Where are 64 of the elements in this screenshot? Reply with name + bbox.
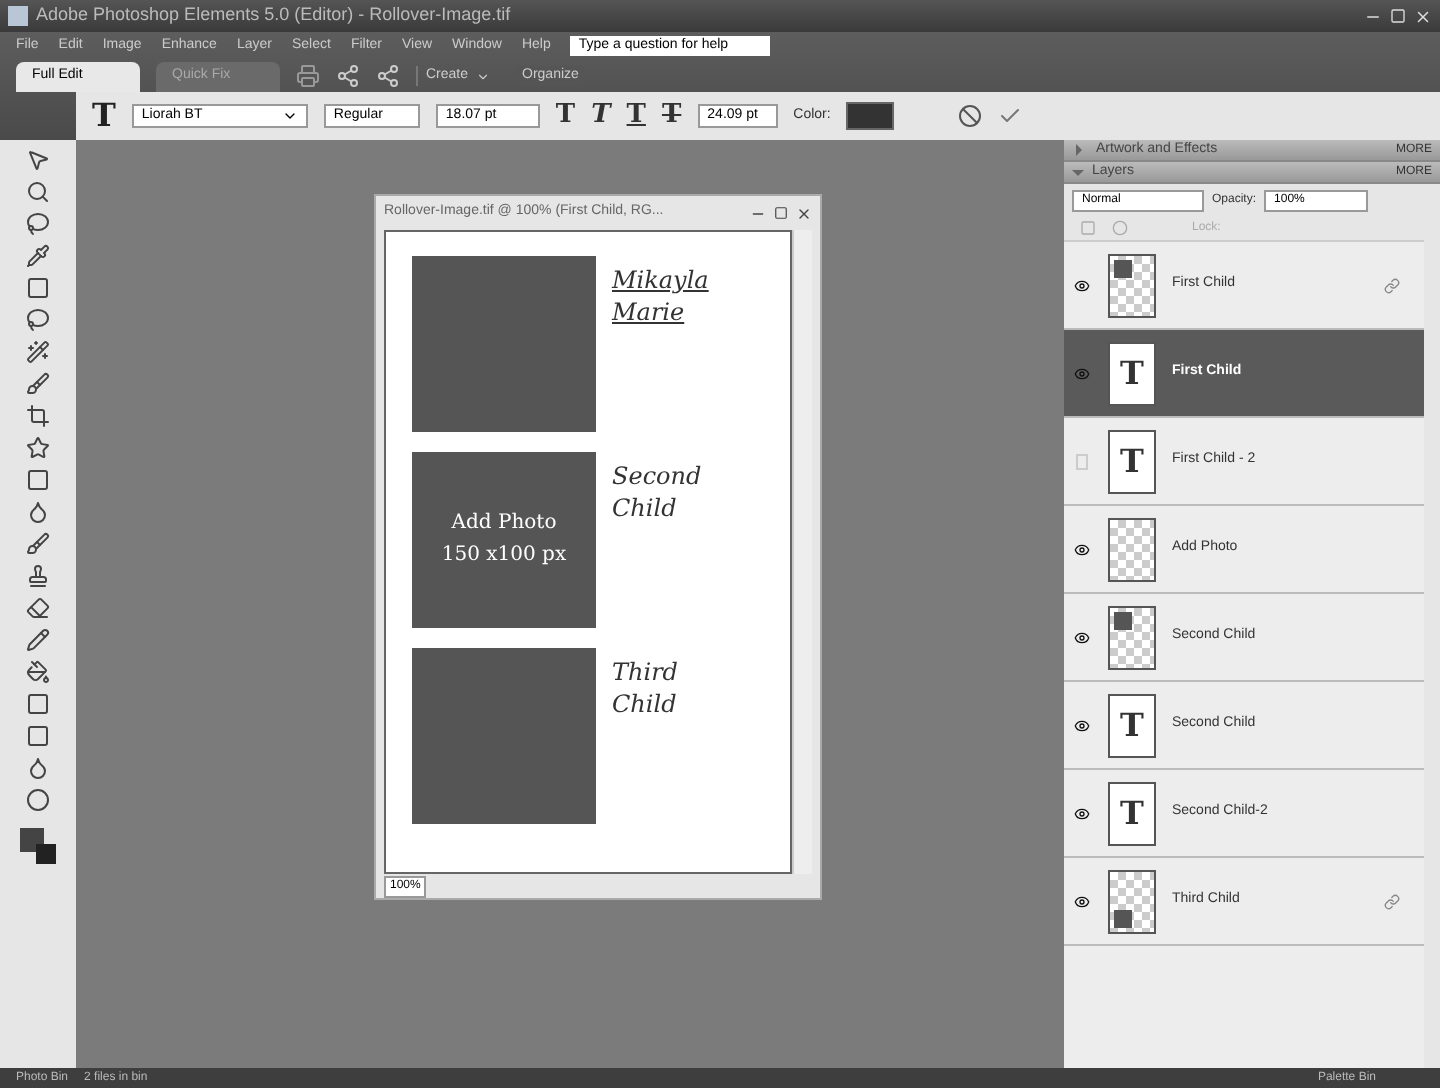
text-layer-thumbnail: T: [1108, 781, 1156, 845]
commit-icon[interactable]: [998, 104, 1023, 128]
tool-icon[interactable]: [26, 340, 50, 364]
script-name: Child: [612, 492, 679, 524]
layer-thumbnail: [1108, 869, 1156, 933]
text-layer-thumbnail: T: [1108, 693, 1156, 757]
tool-icon[interactable]: [26, 468, 50, 492]
script-name: Mikayla: [612, 264, 709, 296]
script-name: Second: [612, 460, 702, 492]
visibility-icon[interactable]: [1074, 541, 1090, 557]
script-name: Marie: [612, 296, 687, 328]
tool-icon[interactable]: [26, 436, 50, 460]
print-icon[interactable]: [296, 64, 320, 89]
color-swatches-icon[interactable]: [20, 828, 56, 864]
text-style-button[interactable]: T: [555, 96, 576, 136]
scrollbar[interactable]: [792, 230, 812, 874]
placeholder-caption: Add Photo: [451, 510, 557, 538]
tool-icon[interactable]: [26, 180, 50, 204]
tool-icon[interactable]: [26, 532, 50, 556]
layer-thumbnail: [1108, 253, 1156, 317]
maximize-icon[interactable]: [774, 206, 788, 220]
app-icon: [8, 6, 28, 26]
tool-icon[interactable]: [26, 564, 50, 588]
tool-icon[interactable]: [26, 788, 50, 812]
layer-thumbnail: [1108, 517, 1156, 581]
text-style-button[interactable]: T: [661, 96, 682, 136]
text-layer-thumbnail: T: [1108, 341, 1156, 405]
type-tool-indicator: T: [92, 94, 116, 138]
placeholder-caption: 150 x100 px: [441, 542, 567, 570]
tool-icon[interactable]: [26, 308, 50, 332]
script-name: Third: [612, 656, 678, 688]
tool-icon[interactable]: [26, 724, 50, 748]
color-swatch[interactable]: [846, 102, 895, 130]
tool-icon[interactable]: [26, 628, 50, 652]
tool-icon[interactable]: [26, 148, 50, 172]
tool-icon[interactable]: [26, 596, 50, 620]
share-icon[interactable]: [336, 64, 360, 89]
restore-icon[interactable]: [1390, 8, 1406, 24]
tool-icon[interactable]: [26, 660, 50, 684]
tool-icon[interactable]: [26, 500, 50, 524]
visibility-icon[interactable]: [1074, 717, 1090, 733]
window-title: Adobe Photoshop Elements 5.0 (Editor) - Rollover-Image.tif: [36, 2, 513, 29]
script-name: Child: [612, 688, 678, 720]
share-icon[interactable]: [376, 64, 400, 89]
caret-icon: [476, 69, 491, 84]
text-layer-thumbnail: T: [1108, 429, 1156, 493]
tool-icon[interactable]: [26, 212, 50, 236]
layer-thumbnail: [1108, 605, 1156, 669]
visibility-icon[interactable]: [1074, 629, 1090, 645]
tool-icon[interactable]: [26, 404, 50, 428]
visibility-icon[interactable]: [1074, 893, 1090, 909]
visibility-icon[interactable]: [1074, 805, 1090, 821]
tool-icon[interactable]: [26, 276, 50, 300]
expanded-icon: [1072, 169, 1084, 181]
text-style-button[interactable]: T: [626, 96, 646, 136]
cancel-icon[interactable]: [958, 104, 983, 128]
hidden-toggle[interactable]: [1076, 453, 1088, 469]
tool-icon[interactable]: [26, 692, 50, 716]
visibility-icon[interactable]: [1074, 277, 1090, 293]
text-style-button[interactable]: T: [591, 96, 611, 136]
tool-icon[interactable]: [26, 372, 50, 396]
close-icon[interactable]: [796, 205, 812, 221]
tool-icon[interactable]: [26, 244, 50, 268]
tool-icon[interactable]: [26, 756, 50, 780]
